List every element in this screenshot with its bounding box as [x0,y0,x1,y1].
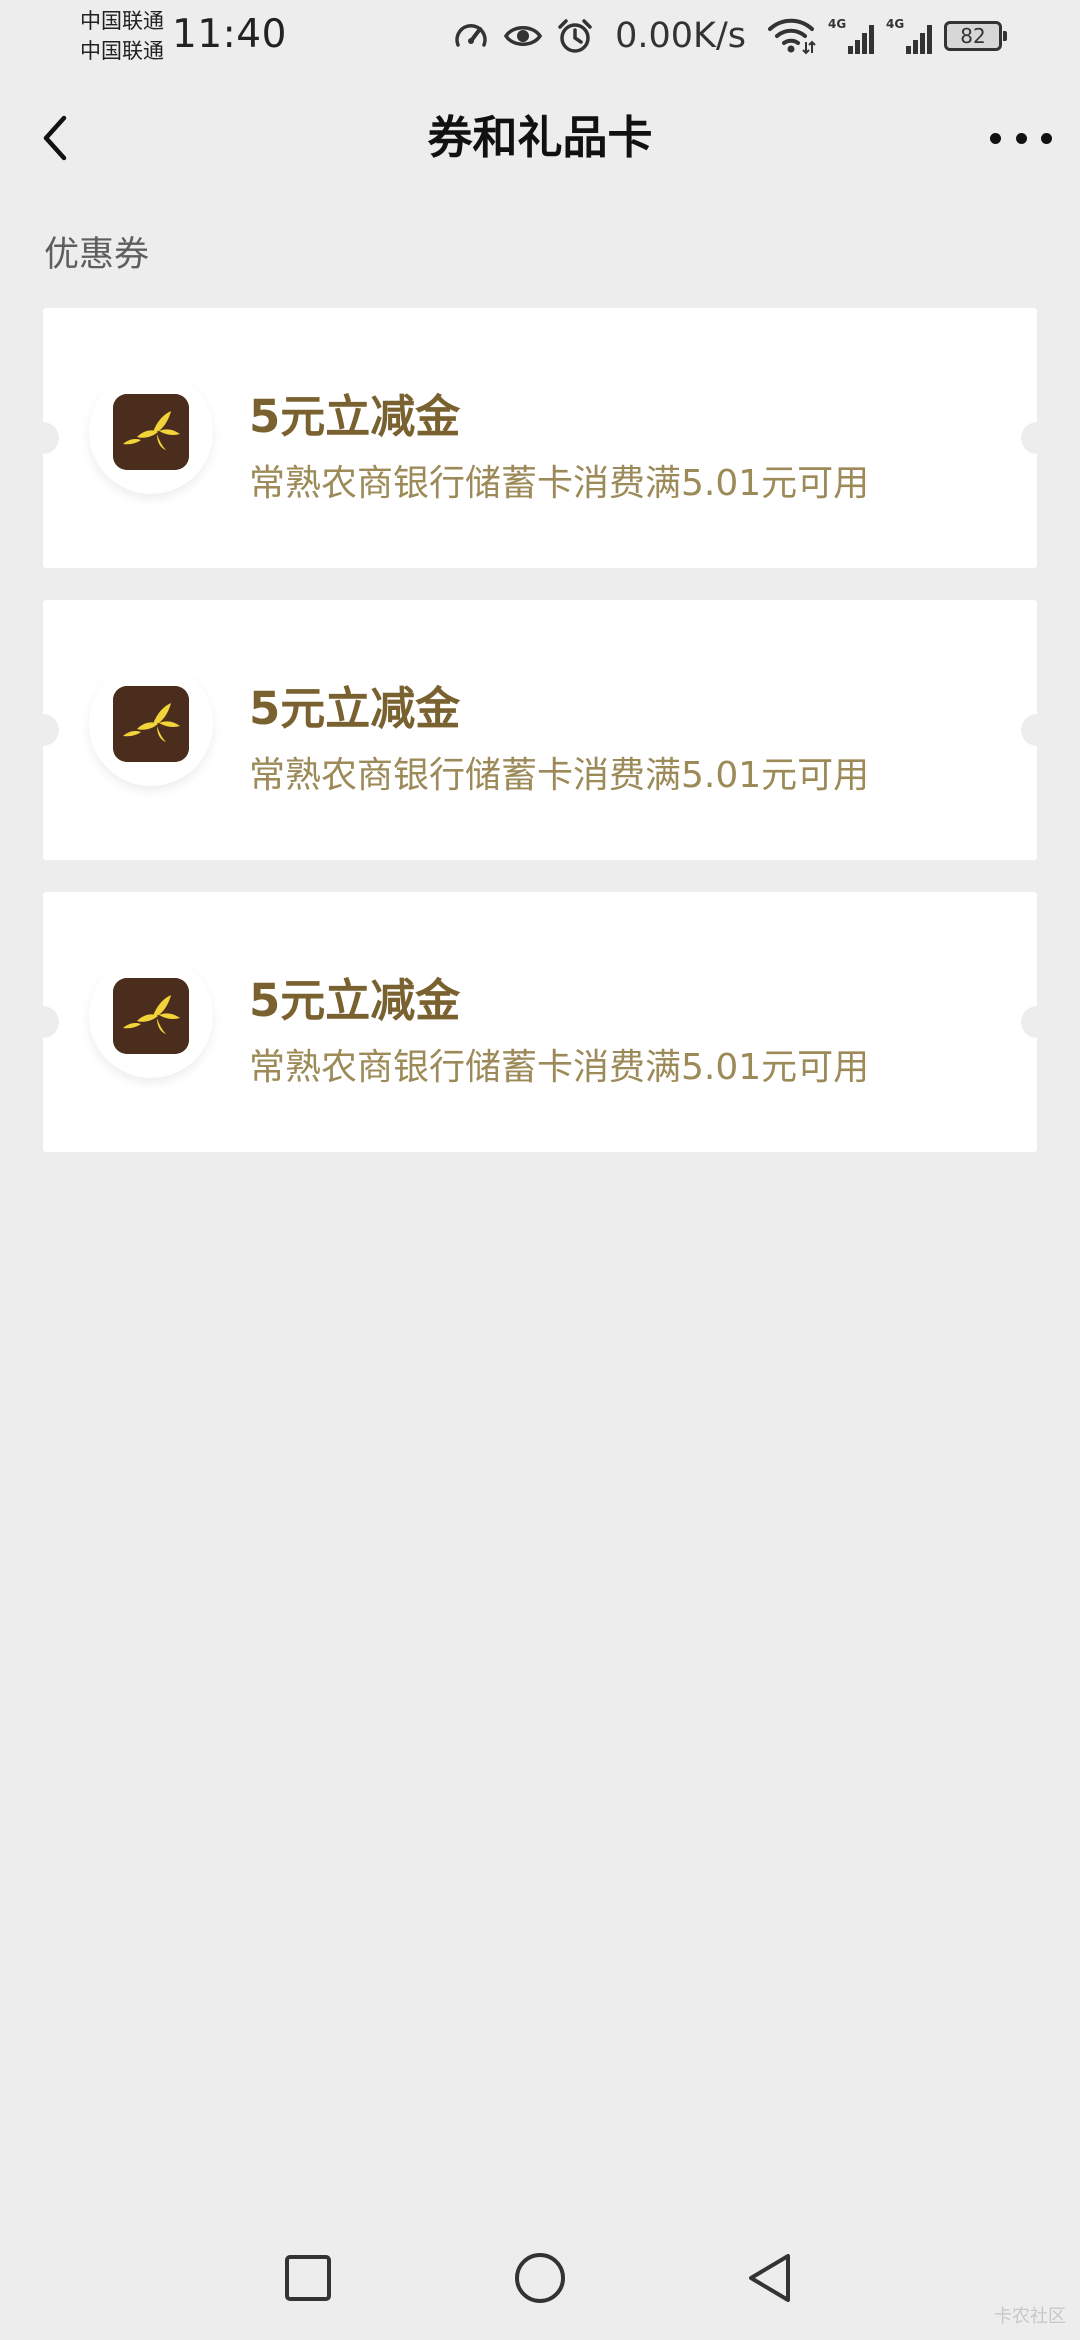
recent-apps-button[interactable] [268,2238,348,2318]
coupon-card[interactable]: 5元立减金 常熟农商银行储蓄卡消费满5.01元可用 [27,308,1053,568]
coupon-notch-right [1021,422,1053,454]
carrier-2: 中国联通 [80,39,164,63]
chevron-left-icon[interactable] [30,110,86,166]
coupon-notch-left [27,1006,59,1038]
status-icons: 0.00K/s 4G 4G 82 [451,14,1007,58]
system-navigation-bar [0,2238,1080,2318]
watermark: 卡农社区 [994,2306,1066,2327]
status-bar: 中国联通 中国联通 11:40 0.00K/s 4G 4G 82 [0,0,1080,78]
coupon-notch-right [1021,714,1053,746]
navigation-bar: 券和礼品卡 [0,88,1080,188]
bank-logo [89,370,213,494]
more-dot [1041,132,1052,144]
more-dots-icon[interactable] [990,112,1052,164]
coupon-section-title: 优惠券 [44,235,150,275]
eye-icon [504,26,543,46]
signal-icon: 4G [886,17,932,54]
coupon-title: 5元立减金 [249,974,461,1027]
coupon-notch-left [27,422,59,454]
coupon-description: 常熟农商银行储蓄卡消费满5.01元可用 [249,463,870,504]
signal-icon: 4G [828,17,874,54]
alarm-icon [558,19,592,53]
coupon-card[interactable]: 5元立减金 常熟农商银行储蓄卡消费满5.01元可用 [27,600,1053,860]
network-type-2: 4G [886,17,904,31]
back-triangle-icon [749,2254,790,2302]
speed-gauge-icon [455,24,487,47]
status-time: 11:40 [172,12,287,57]
coupon-notch-left [27,714,59,746]
coupon-title: 5元立减金 [249,682,461,735]
more-dot [1015,132,1027,144]
bank-logo-icon [113,394,189,470]
recent-apps-icon [285,2255,331,2301]
wifi-icon [768,18,816,55]
home-button[interactable] [500,2238,580,2318]
bank-logo [89,954,213,1078]
coupon-card[interactable]: 5元立减金 常熟农商银行储蓄卡消费满5.01元可用 [27,892,1053,1152]
battery-icon: 82 [944,21,1007,51]
bank-logo-icon [113,686,189,762]
net-speed: 0.00K/s [615,16,746,56]
page-title: 券和礼品卡 [427,111,653,164]
carrier-1: 中国联通 [80,9,164,33]
carrier-names: 中国联通 中国联通 [80,6,164,66]
network-type-1: 4G [828,17,846,31]
coupon-description: 常熟农商银行储蓄卡消费满5.01元可用 [249,1047,870,1088]
coupon-list: 5元立减金 常熟农商银行储蓄卡消费满5.01元可用 5元立减金 常熟农商银行储蓄… [27,308,1053,1184]
more-dot [990,132,1001,144]
bank-logo-icon [113,978,189,1054]
coupon-description: 常熟农商银行储蓄卡消费满5.01元可用 [249,755,870,796]
coupon-title: 5元立减金 [249,390,461,443]
coupon-notch-right [1021,1006,1053,1038]
back-button[interactable] [730,2238,810,2318]
bank-logo [89,662,213,786]
home-icon [515,2253,565,2303]
